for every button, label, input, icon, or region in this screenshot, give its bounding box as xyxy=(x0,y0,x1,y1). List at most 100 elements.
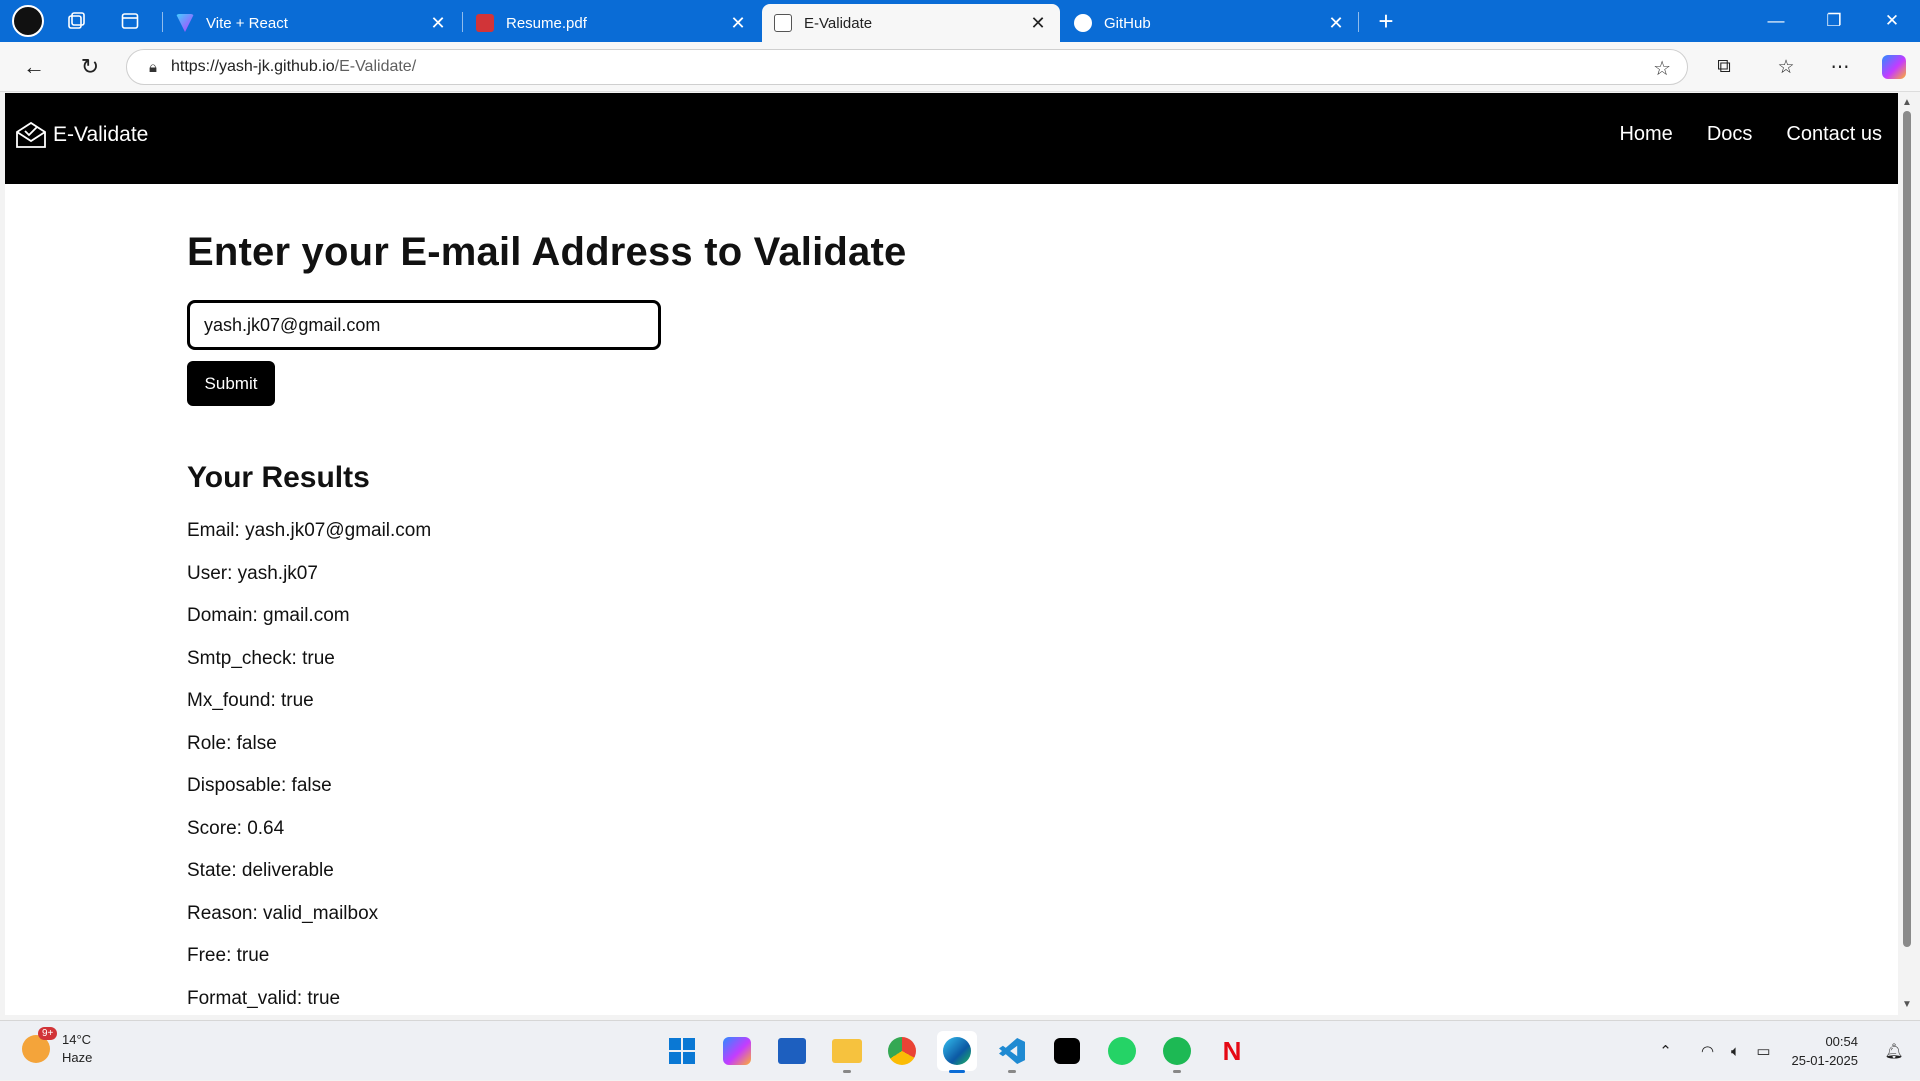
result-score: Score: 0.64 xyxy=(187,818,431,861)
new-tab-icon[interactable]: + xyxy=(1366,0,1406,42)
refresh-icon[interactable]: ↻ xyxy=(74,51,106,83)
taskbar: 9+ 14°C Haze N ⌃ ◠ 🔈︎ ▭ 00:54 25-01-2025… xyxy=(0,1020,1920,1080)
site-navbar: E-Validate Home Docs Contact us xyxy=(5,93,1898,184)
close-tab-icon[interactable]: ✕ xyxy=(1326,13,1346,34)
result-domain: Domain: gmail.com xyxy=(187,605,431,648)
result-state: State: deliverable xyxy=(187,860,431,903)
weather-widget[interactable]: 9+ 14°C Haze xyxy=(22,1031,92,1067)
address-bar[interactable]: 🔒︎ https://yash-jk.github.io/E-Validate/… xyxy=(126,49,1688,85)
tab-separator xyxy=(1358,12,1359,32)
result-reason: Reason: valid_mailbox xyxy=(187,903,431,946)
capcut-icon[interactable] xyxy=(1047,1031,1087,1071)
tab-resume-pdf[interactable]: Resume.pdf ✕ xyxy=(464,4,760,42)
brand[interactable]: E-Validate xyxy=(15,121,148,149)
result-email: Email: yash.jk07@gmail.com xyxy=(187,520,431,563)
clock-date: 25-01-2025 xyxy=(1792,1051,1859,1070)
start-windows-icon[interactable] xyxy=(662,1031,702,1071)
close-tab-icon[interactable]: ✕ xyxy=(728,13,748,34)
url-host: https://yash-jk.github.io xyxy=(171,58,335,75)
page-scrollbar[interactable]: ▲ ▼ xyxy=(1898,93,1916,1015)
result-mx-found: Mx_found: true xyxy=(187,690,431,733)
tab-title: GitHub xyxy=(1104,15,1326,32)
more-menu-icon[interactable]: ⋯ xyxy=(1824,51,1856,83)
clock-time: 00:54 xyxy=(1792,1032,1859,1051)
close-tab-icon[interactable]: ✕ xyxy=(1028,13,1048,34)
clock[interactable]: 00:54 25-01-2025 xyxy=(1792,1032,1859,1070)
url-path: /E-Validate/ xyxy=(335,58,417,75)
running-indicator xyxy=(1173,1070,1181,1073)
page-title: Enter your E-mail Address to Validate xyxy=(187,230,906,275)
microsoft-store-icon[interactable] xyxy=(772,1031,812,1071)
nav-docs-link[interactable]: Docs xyxy=(1707,123,1753,146)
close-window-icon[interactable]: ✕ xyxy=(1864,0,1920,42)
site-nav-links: Home Docs Contact us xyxy=(1619,123,1882,146)
weather-sun-icon: 9+ xyxy=(22,1035,50,1063)
favorites-icon[interactable]: ☆ xyxy=(1770,51,1802,83)
scroll-down-arrow-icon[interactable]: ▼ xyxy=(1901,999,1913,1010)
submit-button[interactable]: Submit xyxy=(187,361,275,406)
minimize-icon[interactable]: — xyxy=(1748,0,1804,42)
tab-vite-react[interactable]: Vite + React ✕ xyxy=(164,4,460,42)
profile-avatar[interactable] xyxy=(12,5,44,37)
address-url: https://yash-jk.github.io/E-Validate/ xyxy=(171,58,416,76)
spotify-icon[interactable] xyxy=(1157,1031,1197,1071)
results-heading: Your Results xyxy=(187,461,370,495)
close-tab-icon[interactable]: ✕ xyxy=(428,13,448,34)
running-indicator xyxy=(843,1070,851,1073)
running-indicator xyxy=(1008,1070,1016,1073)
tab-title: Vite + React xyxy=(206,15,428,32)
vite-icon xyxy=(176,14,194,32)
main-content: Enter your E-mail Address to Validate Su… xyxy=(187,230,906,275)
pdf-icon xyxy=(476,14,494,32)
result-disposable: Disposable: false xyxy=(187,775,431,818)
chrome-icon[interactable] xyxy=(882,1031,922,1071)
edge-icon[interactable] xyxy=(937,1031,977,1071)
result-free: Free: true xyxy=(187,945,431,988)
browser-toolbar: ← ↻ 🔒︎ https://yash-jk.github.io/E-Valid… xyxy=(0,42,1920,92)
lock-icon[interactable]: 🔒︎ xyxy=(149,59,157,76)
copilot-icon[interactable] xyxy=(1878,51,1910,83)
vscode-icon[interactable] xyxy=(992,1031,1032,1071)
tab-github[interactable]: GitHub ✕ xyxy=(1062,4,1358,42)
result-user: User: yash.jk07 xyxy=(187,563,431,606)
weather-desc: Haze xyxy=(62,1049,92,1067)
whatsapp-icon[interactable] xyxy=(1102,1031,1142,1071)
notification-bell-icon[interactable]: 🔔︎ xyxy=(1880,1042,1908,1060)
email-input[interactable] xyxy=(187,300,661,350)
tab-e-validate[interactable]: E-Validate ✕ xyxy=(762,4,1060,42)
active-indicator xyxy=(949,1070,965,1073)
nav-home-link[interactable]: Home xyxy=(1619,123,1672,146)
result-smtp-check: Smtp_check: true xyxy=(187,648,431,691)
tab-strip: Vite + React ✕ Resume.pdf ✕ E-Validate ✕… xyxy=(0,0,1920,42)
netflix-icon[interactable]: N xyxy=(1212,1031,1252,1071)
result-role: Role: false xyxy=(187,733,431,776)
vertical-tabs-icon[interactable] xyxy=(110,0,150,42)
web-page: E-Validate Home Docs Contact us Enter yo… xyxy=(5,93,1898,1015)
volume-icon[interactable]: 🔈︎ xyxy=(1722,1043,1750,1060)
file-explorer-icon[interactable] xyxy=(827,1031,867,1071)
wifi-icon[interactable]: ◠ xyxy=(1694,1042,1722,1060)
weather-temp: 14°C xyxy=(62,1031,92,1049)
extensions-icon[interactable]: ⧉ xyxy=(1708,51,1740,83)
tab-separator xyxy=(462,12,463,32)
scroll-up-arrow-icon[interactable]: ▲ xyxy=(1901,97,1913,108)
favorite-star-icon[interactable]: ☆ xyxy=(1653,56,1671,81)
scrollbar-thumb[interactable] xyxy=(1903,111,1911,947)
tab-title: Resume.pdf xyxy=(506,15,728,32)
notification-badge: 9+ xyxy=(38,1027,57,1040)
brand-name: E-Validate xyxy=(53,123,148,147)
battery-icon[interactable]: ▭ xyxy=(1750,1042,1778,1060)
back-icon[interactable]: ← xyxy=(18,51,50,83)
taskbar-apps: N xyxy=(662,1031,1252,1071)
restore-icon[interactable]: ❐ xyxy=(1806,0,1862,42)
chevron-up-icon[interactable]: ⌃ xyxy=(1652,1042,1680,1060)
tab-title: E-Validate xyxy=(804,15,1028,32)
workspaces-icon[interactable] xyxy=(56,0,96,42)
envelope-check-icon xyxy=(15,121,47,149)
tab-separator xyxy=(162,12,163,32)
nav-contact-link[interactable]: Contact us xyxy=(1786,123,1882,146)
results-list: Email: yash.jk07@gmail.com User: yash.jk… xyxy=(187,520,431,1015)
system-tray: ⌃ ◠ 🔈︎ ▭ 00:54 25-01-2025 🔔︎ xyxy=(1652,1021,1920,1081)
github-icon xyxy=(1074,14,1092,32)
copilot-app-icon[interactable] xyxy=(717,1031,757,1071)
